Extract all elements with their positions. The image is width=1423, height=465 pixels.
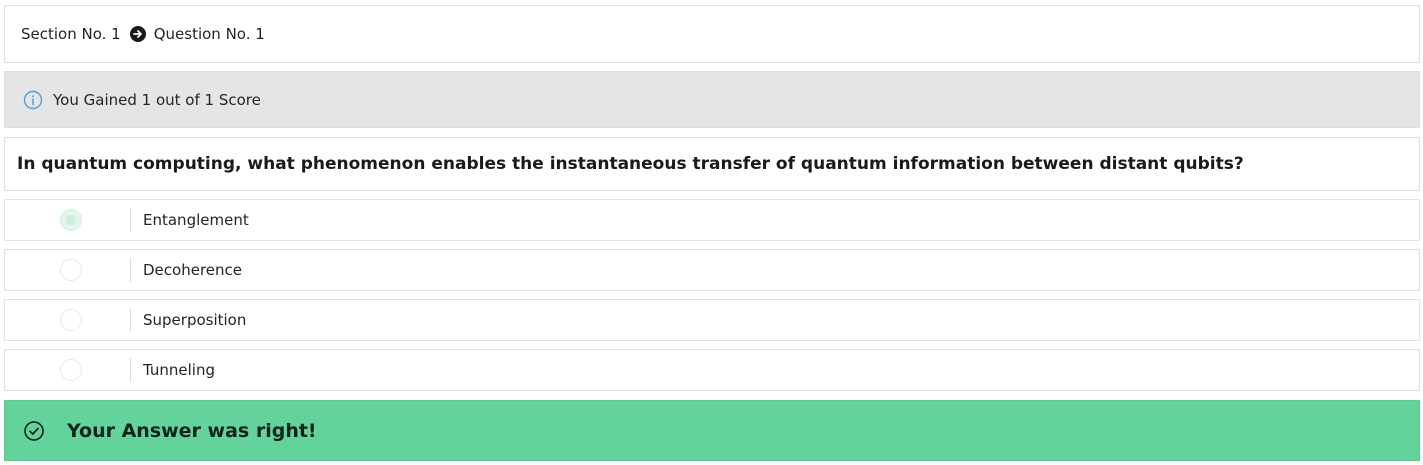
option-entanglement[interactable]: Entanglement xyxy=(4,199,1420,241)
option-decoherence[interactable]: Decoherence xyxy=(4,249,1420,291)
breadcrumb-question: Question No. 1 xyxy=(153,25,265,43)
result-banner: Your Answer was right! xyxy=(4,400,1420,461)
option-tunneling[interactable]: Tunneling xyxy=(4,349,1420,391)
option-radio-cell[interactable] xyxy=(5,300,130,340)
option-label: Tunneling xyxy=(143,361,215,379)
score-text: You Gained 1 out of 1 Score xyxy=(53,90,261,109)
option-radio-cell[interactable] xyxy=(5,350,130,390)
breadcrumb-section: Section No. 1 xyxy=(21,25,121,43)
score-banner: You Gained 1 out of 1 Score xyxy=(4,71,1420,128)
option-radio[interactable] xyxy=(60,309,82,331)
info-icon xyxy=(23,90,43,110)
option-superposition[interactable]: Superposition xyxy=(4,299,1420,341)
question-text: In quantum computing, what phenomenon en… xyxy=(4,137,1420,191)
option-radio[interactable] xyxy=(60,359,82,381)
breadcrumb: Section No. 1 Question No. 1 xyxy=(4,5,1420,63)
option-radio[interactable] xyxy=(60,259,82,281)
option-radio[interactable] xyxy=(60,209,82,231)
question-label: In quantum computing, what phenomenon en… xyxy=(17,154,1244,174)
check-circle-icon xyxy=(23,420,45,442)
option-radio-cell[interactable] xyxy=(5,200,130,240)
option-radio-cell[interactable] xyxy=(5,250,130,290)
option-label: Entanglement xyxy=(143,211,249,229)
arrow-right-circle-icon xyxy=(129,26,146,42)
option-label: Decoherence xyxy=(143,261,242,279)
option-label: Superposition xyxy=(143,311,247,329)
result-text: Your Answer was right! xyxy=(67,419,317,442)
